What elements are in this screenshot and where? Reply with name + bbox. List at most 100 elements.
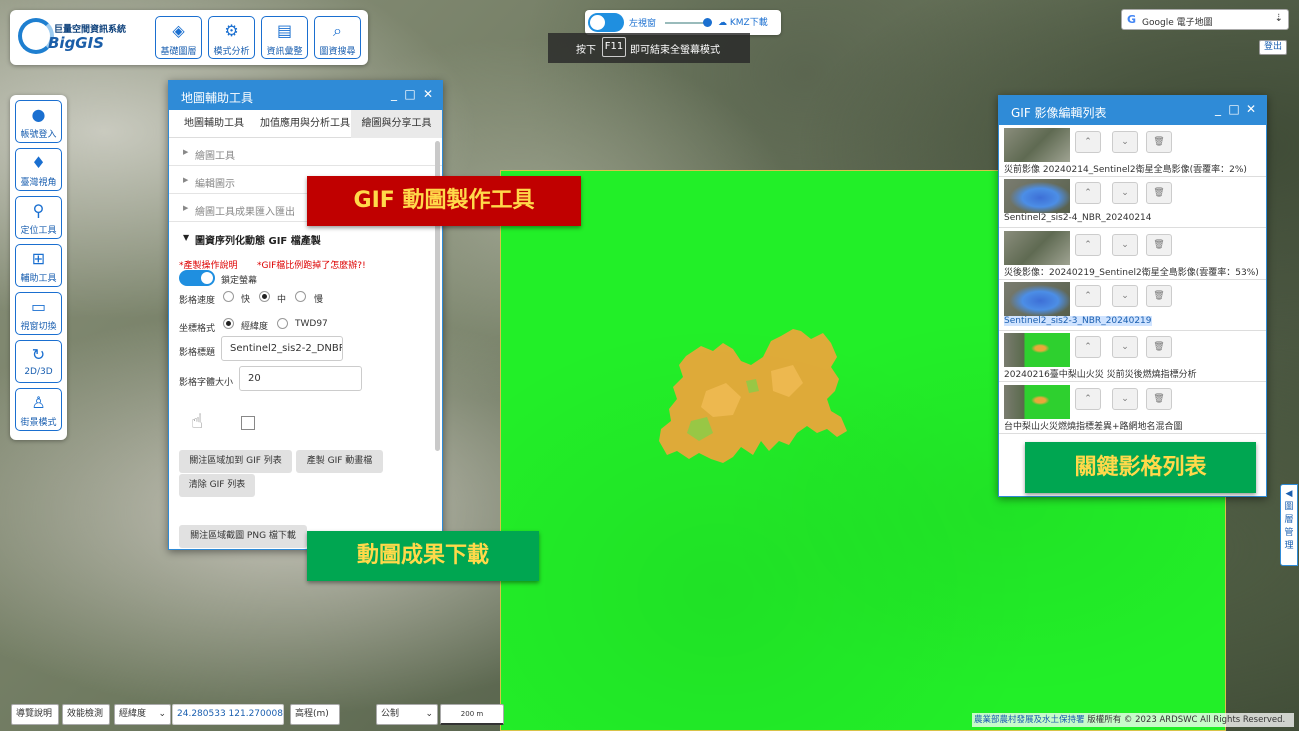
- hand-pointer-icon[interactable]: ☝: [191, 409, 203, 433]
- move-down-button[interactable]: ⌄: [1112, 233, 1138, 256]
- callout-gif-tool: GIF 動圖製作工具: [307, 176, 581, 226]
- tab-analysis-tools[interactable]: 加值應用與分析工具: [259, 110, 351, 138]
- clear-gif-list-button[interactable]: 清除 GIF 列表: [179, 474, 255, 497]
- gif-list-item[interactable]: ⌃ ⌄ 🗑 20240216臺中梨山火災 災前災後燃燒指標分析: [999, 331, 1266, 383]
- layer-manager-tab[interactable]: ◀ 圖層管理: [1280, 484, 1298, 566]
- speed-fast-radio[interactable]: [223, 291, 234, 302]
- move-up-button[interactable]: ⌃: [1075, 284, 1101, 307]
- document-search-icon: ▤: [276, 21, 293, 40]
- sidebar-item-login[interactable]: ● 帳號登入: [15, 100, 62, 143]
- biggis-logo[interactable]: 巨量空間資訊系統 BigGIS: [18, 16, 143, 60]
- move-up-button[interactable]: ⌃: [1075, 131, 1101, 153]
- frame-title-input[interactable]: Sentinel2_sis2-2_DNBR_: [221, 336, 343, 361]
- maximize-icon[interactable]: □: [1227, 102, 1241, 116]
- sidebar-item-map-tools[interactable]: ⊞ 輔助工具: [15, 244, 62, 287]
- unit-select[interactable]: 公制 ⌄: [376, 704, 438, 725]
- trash-icon: 🗑: [1153, 393, 1165, 404]
- callout-keyframe-list: 關鍵影格列表: [1025, 442, 1256, 493]
- 3d-icon: ↻: [31, 345, 46, 364]
- gif-list-item[interactable]: ⌃ ⌄ 🗑 Sentinel2_sis2-4_NBR_20240214: [999, 177, 1266, 229]
- move-up-button[interactable]: ⌃: [1075, 387, 1101, 410]
- minimize-icon[interactable]: _: [387, 87, 401, 101]
- chevron-down-icon: ⌄: [158, 709, 166, 719]
- chevron-down-icon: ⌄: [1121, 239, 1129, 250]
- opacity-slider-handle[interactable]: [703, 18, 712, 27]
- info-summary-button[interactable]: ▤ 資訊彙整: [261, 16, 308, 59]
- speed-medium-radio[interactable]: [259, 291, 270, 302]
- layers-icon: ◈: [172, 21, 185, 40]
- logout-button[interactable]: 登出: [1259, 40, 1287, 55]
- gif-list-item[interactable]: ⌃ ⌄ 🗑 台中梨山火災燃燒指標差異+路網地名混合圖: [999, 383, 1266, 434]
- move-down-button[interactable]: ⌄: [1112, 387, 1138, 410]
- sidebar-item-locate[interactable]: ⚲ 定位工具: [15, 196, 62, 239]
- speed-slow-radio[interactable]: [295, 291, 306, 302]
- gif-list-item[interactable]: ⌃ ⌄ 🗑 災後影像：20240219_Sentinel2衛星全島影像(雲覆率：53%…: [999, 229, 1266, 280]
- performance-check-button[interactable]: 效能檢測: [62, 704, 110, 725]
- delete-frame-button[interactable]: 🗑: [1146, 233, 1172, 256]
- frame-label: 災後影像：20240219_Sentinel2衛星全島影像(雲覆率：53%): [1004, 267, 1259, 278]
- trash-icon: 🗑: [1153, 342, 1165, 353]
- gif-list-item[interactable]: ⌃ ⌄ 🗑 Sentinel2_sis2-3_NBR_20240219: [999, 280, 1266, 331]
- ratio-warning-link[interactable]: *GIF檔比例跑掉了怎麼辦?!: [257, 258, 366, 271]
- move-up-button[interactable]: ⌃: [1075, 336, 1101, 359]
- move-down-button[interactable]: ⌄: [1112, 182, 1138, 205]
- move-down-button[interactable]: ⌄: [1112, 284, 1138, 307]
- basemap-select[interactable]: G Google 電子地圖 ⇣: [1121, 9, 1289, 30]
- tab-map-tools[interactable]: 地圖輔助工具: [169, 110, 259, 138]
- dual-view-toggle[interactable]: [588, 13, 624, 32]
- coord-format-select[interactable]: 經緯度 ⌄: [114, 704, 171, 725]
- layer-manager-char: 圖: [1284, 502, 1294, 512]
- basemap-layers-button[interactable]: ◈ 基礎圖層: [155, 16, 202, 59]
- chevron-down-icon: ⌄: [1121, 342, 1129, 353]
- png-download-button[interactable]: 關注區域截圖 PNG 檔下載: [179, 525, 307, 548]
- map-tools-panel-header[interactable]: 地圖輔助工具 _ □ ✕: [169, 81, 442, 110]
- move-down-button[interactable]: ⌄: [1112, 336, 1138, 359]
- chevron-down-icon: ⌄: [425, 709, 433, 719]
- minimize-icon[interactable]: _: [1211, 102, 1225, 116]
- frame-label: Sentinel2_sis2-3_NBR_20240219: [1004, 315, 1152, 326]
- select-rectangle-icon[interactable]: [241, 416, 255, 430]
- lock-screen-toggle[interactable]: [179, 270, 215, 286]
- tab-drawing-share[interactable]: 繪圖與分享工具: [351, 110, 442, 138]
- chevron-up-icon: ⌃: [1084, 188, 1092, 199]
- chevron-down-icon: ⌄: [1121, 137, 1129, 147]
- sidebar-item-2d-3d[interactable]: ↻ 2D/3D: [15, 340, 62, 383]
- frame-thumbnail: [1004, 281, 1070, 316]
- copyright-org-link[interactable]: 農業部農村發展及水土保持署: [974, 715, 1085, 725]
- maximize-icon[interactable]: □: [403, 87, 417, 101]
- sidebar-item-taiwan-view[interactable]: ♦ 臺灣視角: [15, 148, 62, 191]
- location-pin-icon: ⚲: [32, 201, 45, 220]
- add-region-to-gif-button[interactable]: 關注區域加到 GIF 列表: [179, 450, 292, 473]
- trash-icon: 🗑: [1153, 137, 1165, 147]
- delete-frame-button[interactable]: 🗑: [1146, 336, 1172, 359]
- coord-twd97-radio[interactable]: [277, 318, 288, 329]
- dual-view-control: 左視窗 ☁ KMZ下載: [585, 10, 781, 35]
- sidebar-item-window-switch[interactable]: ▭ 視窗切換: [15, 292, 62, 335]
- move-up-button[interactable]: ⌃: [1075, 233, 1101, 256]
- delete-frame-button[interactable]: 🗑: [1146, 131, 1172, 153]
- chevron-up-icon: ⌃: [1084, 137, 1092, 147]
- move-up-button[interactable]: ⌃: [1075, 182, 1101, 205]
- coord-latlon-radio[interactable]: [223, 318, 234, 329]
- close-icon[interactable]: ✕: [421, 87, 435, 101]
- chevron-up-icon: ⌃: [1084, 239, 1092, 250]
- copyright: 農業部農村發展及水土保持署 版權所有 © 2023 ARDSWC All Rig…: [972, 713, 1294, 727]
- gif-list-item[interactable]: ⌃ ⌄ 🗑 災前影像 20240214_Sentinel2衛星全島影像(雲覆率：2%): [999, 126, 1266, 177]
- map-search-button[interactable]: ⌕ 圖資搜尋: [314, 16, 361, 59]
- kmz-download-button[interactable]: ☁ KMZ下載: [718, 15, 768, 28]
- delete-frame-button[interactable]: 🗑: [1146, 284, 1172, 307]
- delete-frame-button[interactable]: 🗑: [1146, 387, 1172, 410]
- generate-gif-button[interactable]: 產製 GIF 動畫檔: [296, 450, 383, 473]
- model-analysis-button[interactable]: ⚙ 模式分析: [208, 16, 255, 59]
- section-gif-generator[interactable]: ▼ 圖資序列化動態 GIF 檔產製: [169, 224, 442, 251]
- gif-list-panel-header[interactable]: GIF 影像編輯列表 _ □ ✕: [999, 96, 1266, 125]
- delete-frame-button[interactable]: 🗑: [1146, 182, 1172, 205]
- map-tools-icon: ⊞: [31, 249, 46, 268]
- guide-button[interactable]: 導覽說明: [11, 704, 59, 725]
- font-size-input[interactable]: 20: [239, 366, 362, 391]
- layer-manager-char: 層: [1284, 515, 1294, 525]
- close-icon[interactable]: ✕: [1244, 102, 1258, 116]
- sidebar-item-streetview[interactable]: ♙ 街景模式: [15, 388, 62, 431]
- section-drawing-tools[interactable]: ▶ 繪圖工具: [169, 139, 442, 166]
- move-down-button[interactable]: ⌄: [1112, 131, 1138, 153]
